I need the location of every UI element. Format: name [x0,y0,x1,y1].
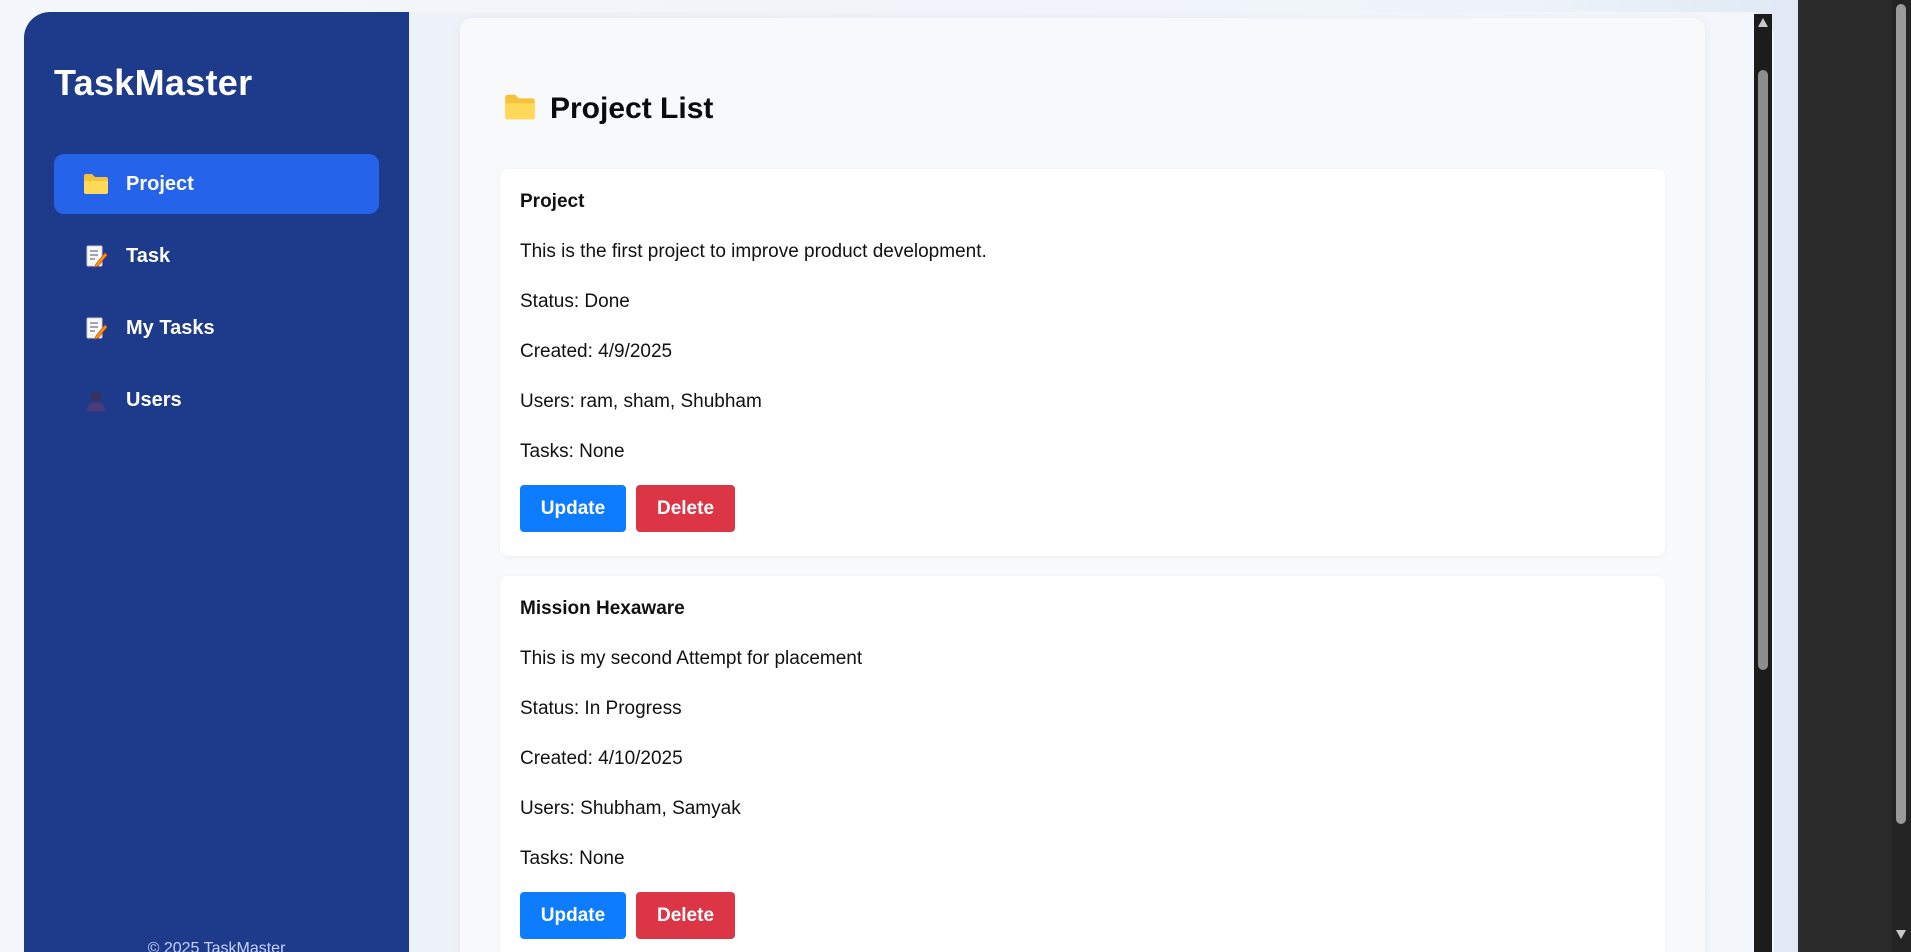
project-description: This is the first project to improve pro… [520,241,987,262]
memo-icon [82,314,110,342]
project-list-panel: Project List Project This is the first p… [460,18,1705,952]
update-button[interactable]: Update [520,892,626,939]
project-actions: Update Delete [520,485,1645,532]
project-name: Project [520,191,585,212]
sidebar-nav: Project Task My Tasks Users [54,154,379,442]
project-card: Project This is the first project to imp… [500,169,1665,556]
project-name: Mission Hexaware [520,598,685,619]
sidebar-item-label: Task [126,244,171,267]
sidebar-item-users[interactable]: Users [54,370,379,430]
project-status: Status: Done [520,291,630,312]
project-tasks: Tasks: None [520,848,625,869]
folder-icon [504,93,536,126]
scroll-down-arrow-icon[interactable] [1896,930,1906,939]
sidebar-item-project[interactable]: Project [54,154,379,214]
memo-icon [82,242,110,270]
project-created: Created: 4/9/2025 [520,341,673,362]
main-content: Project List Project This is the first p… [409,12,1774,952]
page-header: Project List [504,92,713,126]
user-icon [82,386,110,414]
project-created: Created: 4/10/2025 [520,748,683,769]
project-users: Users: ram, sham, Shubham [520,391,762,412]
sidebar-item-label: Project [126,172,194,195]
project-status: Status: In Progress [520,698,682,719]
sidebar-item-label: My Tasks [126,316,215,339]
update-button[interactable]: Update [520,485,626,532]
browser-side-panel [1798,0,1911,952]
scrollbar-thumb[interactable] [1758,70,1768,670]
app-title: TaskMaster [54,62,253,103]
window-scrollbar[interactable] [1892,0,1911,952]
sidebar: TaskMaster Project Task My Tasks Users ©… [24,12,409,952]
content-scrollbar[interactable] [1754,14,1772,952]
sidebar-footer: © 2025 TaskMaster [147,940,286,952]
project-description: This is my second Attempt for placement [520,648,863,669]
window-scrollbar-thumb[interactable] [1896,4,1906,824]
sidebar-item-label: Users [126,388,182,411]
project-tasks: Tasks: None [520,441,625,462]
project-actions: Update Delete [520,892,1645,939]
delete-button[interactable]: Delete [636,892,735,939]
scroll-up-arrow-icon[interactable] [1758,18,1768,27]
sidebar-item-task[interactable]: Task [54,226,379,286]
sidebar-item-my-tasks[interactable]: My Tasks [54,298,379,358]
delete-button[interactable]: Delete [636,485,735,532]
project-card: Mission Hexaware This is my second Attem… [500,576,1665,952]
project-users: Users: Shubham, Samyak [520,798,741,819]
app-window: TaskMaster Project Task My Tasks Users ©… [24,12,1774,952]
page-title: Project List [550,92,714,125]
folder-icon [82,170,110,198]
